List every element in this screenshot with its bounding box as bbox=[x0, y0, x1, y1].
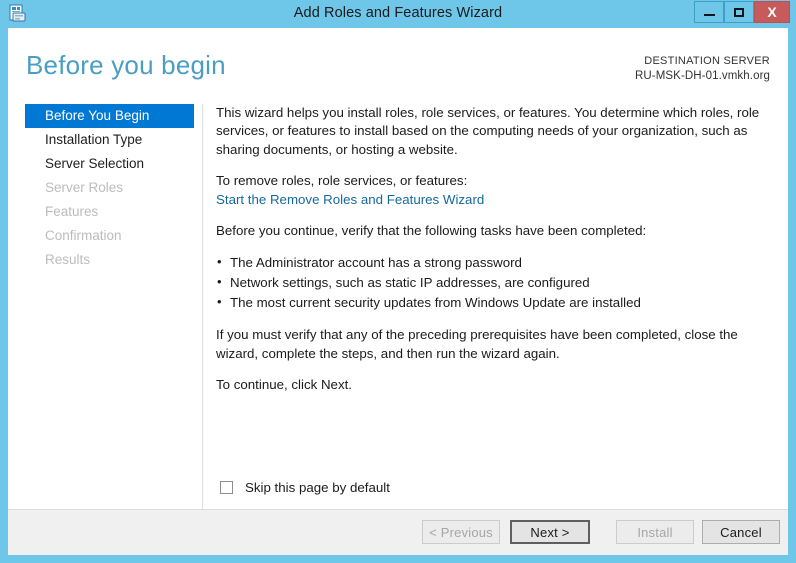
cancel-button[interactable]: Cancel bbox=[702, 520, 780, 544]
sidebar-item-server-roles: Server Roles bbox=[45, 180, 124, 195]
skip-page-row[interactable]: Skip this page by default bbox=[220, 480, 390, 495]
server-manager-icon bbox=[8, 4, 28, 24]
close-icon: X bbox=[767, 4, 777, 20]
maximize-icon bbox=[725, 2, 753, 22]
skip-this-page-label: Skip this page by default bbox=[245, 480, 390, 495]
title-bar[interactable]: Add Roles and Features Wizard X bbox=[0, 0, 796, 28]
window-title: Add Roles and Features Wizard bbox=[293, 5, 503, 21]
close-button[interactable]: X bbox=[754, 1, 790, 23]
wizard-footer: < Previous Next > Install Cancel bbox=[8, 509, 788, 555]
destination-server-block: DESTINATION SERVER RU-MSK-DH-01.vmkh.org bbox=[635, 54, 770, 84]
continue-note: To continue, click Next. bbox=[216, 377, 352, 393]
minimize-button[interactable] bbox=[694, 1, 724, 23]
install-button: Install bbox=[616, 520, 694, 544]
intro-paragraph: This wizard helps you install roles, rol… bbox=[216, 105, 760, 157]
wizard-window: Add Roles and Features Wizard X Before y… bbox=[0, 0, 796, 563]
remove-prompt: To remove roles, role services, or featu… bbox=[216, 173, 468, 189]
sidebar-item-results: Results bbox=[45, 252, 91, 267]
destination-server-label: DESTINATION SERVER bbox=[644, 55, 770, 67]
page-title: Before you begin bbox=[26, 50, 226, 80]
sidebar-item-installation-type[interactable]: Installation Type bbox=[25, 128, 202, 152]
verify-prompt: Before you continue, verify that the fol… bbox=[216, 223, 647, 239]
sidebar-item-features: Features bbox=[45, 204, 99, 219]
sidebar-item-confirmation: Confirmation bbox=[45, 228, 122, 243]
prerequisite-task-list: The Administrator account has a strong p… bbox=[216, 252, 771, 313]
list-item: The Administrator account has a strong p… bbox=[216, 252, 771, 273]
sidebar-item-server-selection[interactable]: Server Selection bbox=[25, 152, 202, 176]
list-item: Network settings, such as static IP addr… bbox=[216, 272, 771, 293]
destination-server-name: RU-MSK-DH-01.vmkh.org bbox=[634, 70, 770, 82]
remove-roles-wizard-link[interactable]: Start the Remove Roles and Features Wiza… bbox=[216, 191, 484, 209]
next-button[interactable]: Next > bbox=[510, 520, 590, 544]
minimize-icon bbox=[695, 2, 723, 22]
wizard-step-nav: Before You Begin Installation Type Serve… bbox=[8, 104, 202, 504]
sidebar-divider bbox=[202, 104, 203, 509]
wizard-content: This wizard helps you install roles, rol… bbox=[216, 104, 771, 408]
skip-this-page-checkbox[interactable] bbox=[220, 481, 233, 494]
wizard-client-area: Before you begin DESTINATION SERVER RU-M… bbox=[8, 28, 788, 555]
prerequisite-note: If you must verify that any of the prece… bbox=[216, 327, 738, 361]
list-item: The most current security updates from W… bbox=[216, 292, 771, 313]
previous-button: < Previous bbox=[422, 520, 500, 544]
sidebar-item-before-you-begin[interactable]: Before You Begin bbox=[25, 104, 194, 128]
maximize-button[interactable] bbox=[724, 1, 754, 23]
